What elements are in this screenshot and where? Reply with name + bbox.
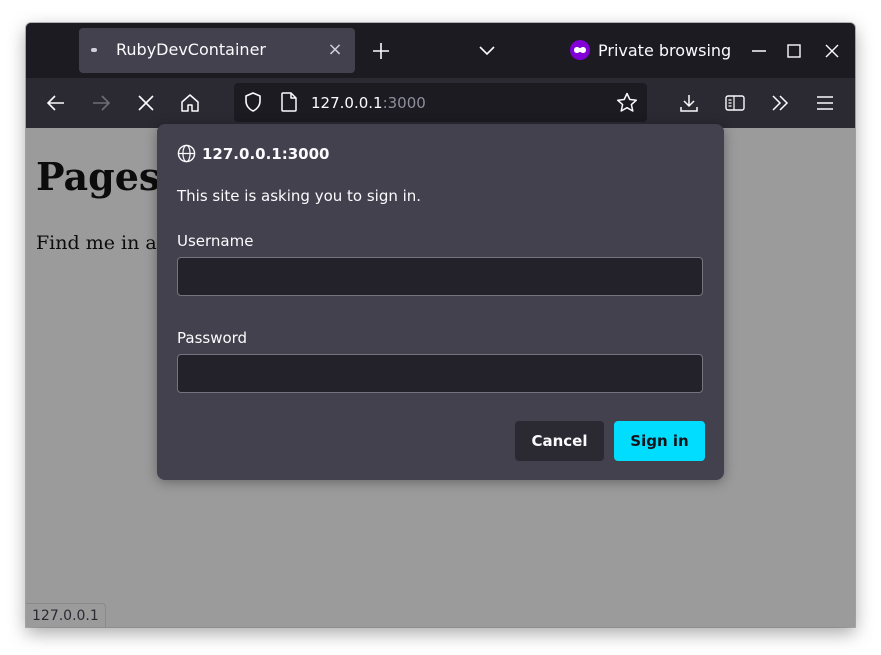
sign-in-button[interactable]: Sign in <box>614 421 705 461</box>
url-text[interactable]: 127.0.0.1:3000 <box>311 94 426 112</box>
tracking-protection-button[interactable] <box>240 89 266 115</box>
url-bar[interactable]: 127.0.0.1:3000 <box>234 83 647 122</box>
page-heading: Pages <box>36 154 161 199</box>
app-menu-button[interactable] <box>810 89 840 117</box>
tab-rubydevcontainer[interactable]: RubyDevContainer × <box>79 28 355 73</box>
favicon-icon <box>91 48 97 52</box>
sign-in-dialog: 127.0.0.1:3000 This site is asking you t… <box>157 124 724 480</box>
dialog-origin-text: 127.0.0.1:3000 <box>202 144 330 163</box>
globe-icon <box>177 144 196 163</box>
dialog-message: This site is asking you to sign in. <box>177 187 422 205</box>
navigation-toolbar: 127.0.0.1:3000 <box>26 78 855 128</box>
status-panel: 127.0.0.1 <box>26 603 106 627</box>
tab-bar: RubyDevContainer × Private browsing <box>26 23 855 78</box>
url-host: 127.0.0.1 <box>311 94 383 112</box>
home-button[interactable] <box>175 89 205 117</box>
star-icon <box>616 92 638 112</box>
url-port: :3000 <box>382 94 426 112</box>
private-browsing-label: Private browsing <box>598 40 732 60</box>
password-label: Password <box>177 329 248 347</box>
back-button[interactable] <box>41 89 71 117</box>
overflow-menu-button[interactable] <box>765 89 795 117</box>
home-icon <box>181 94 199 112</box>
maximize-icon <box>787 44 801 58</box>
private-mask-icon <box>570 40 590 60</box>
username-input[interactable] <box>177 257 703 296</box>
private-browsing-indicator: Private browsing <box>570 38 731 62</box>
sidebar-button[interactable] <box>720 89 750 117</box>
download-icon <box>680 95 698 112</box>
close-icon <box>825 44 839 58</box>
hamburger-menu-icon <box>817 96 833 110</box>
plus-icon <box>373 43 389 59</box>
chevron-down-icon <box>479 46 495 56</box>
double-chevron-right-icon <box>772 95 789 111</box>
shield-icon <box>245 92 261 112</box>
maximize-button[interactable] <box>779 37 809 65</box>
arrow-right-icon <box>93 95 110 111</box>
minimize-button[interactable] <box>744 37 774 65</box>
tab-close-icon[interactable]: × <box>325 37 345 63</box>
password-input[interactable] <box>177 354 703 393</box>
site-info-button[interactable] <box>276 89 302 115</box>
cancel-button[interactable]: Cancel <box>515 421 604 461</box>
close-window-button[interactable] <box>817 37 847 65</box>
downloads-button[interactable] <box>674 89 704 117</box>
bookmark-button[interactable] <box>613 89 641 115</box>
stop-x-icon <box>138 95 154 111</box>
tab-title: RubyDevContainer <box>116 40 266 59</box>
forward-button[interactable] <box>86 89 116 117</box>
stop-button[interactable] <box>131 89 161 117</box>
minimize-icon <box>752 50 766 52</box>
dialog-origin: 127.0.0.1:3000 <box>177 144 329 163</box>
page-icon <box>281 92 297 112</box>
username-label: Username <box>177 232 254 250</box>
new-tab-button[interactable] <box>366 37 396 65</box>
sidebar-icon <box>725 95 745 111</box>
page-paragraph: Find me in a <box>36 232 157 254</box>
arrow-left-icon <box>47 95 64 111</box>
list-all-tabs-button[interactable] <box>472 37 502 65</box>
